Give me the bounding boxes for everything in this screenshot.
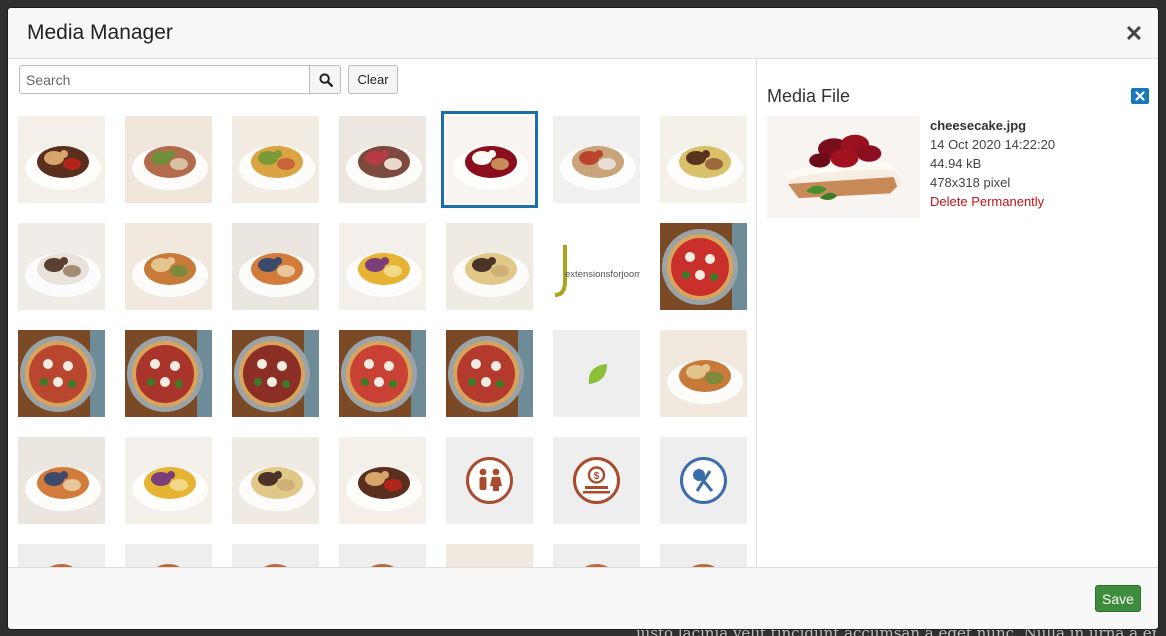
thumb-risotto-bowl[interactable]: [339, 223, 426, 310]
thumb-pizza-3[interactable]: [125, 330, 212, 417]
thumb-row5-5[interactable]: [446, 544, 533, 567]
thumb-leaf-icon[interactable]: [553, 330, 640, 417]
thumb-potato-salad[interactable]: [660, 116, 747, 203]
modal-title: Media Manager: [27, 21, 173, 44]
thumb-pizza-5[interactable]: [339, 330, 426, 417]
thumb-chocolate-cake[interactable]: [18, 116, 105, 203]
thumb-row5-3[interactable]: [232, 544, 319, 567]
thumb-wraps[interactable]: [125, 223, 212, 310]
media-file-panel: Media File cheesecake.jpg 14 Oct 2020 14…: [757, 59, 1158, 567]
media-file-title: Media File: [767, 86, 851, 106]
thumb-pizza-2[interactable]: [18, 330, 105, 417]
modal-header: Media Manager ✕: [8, 8, 1158, 59]
thumb-pizza-6[interactable]: [446, 330, 533, 417]
thumb-rice-dish[interactable]: [18, 223, 105, 310]
close-icon[interactable]: [1131, 88, 1149, 104]
media-preview-image: [767, 116, 920, 218]
thumb-pizza-1[interactable]: [660, 223, 747, 310]
thumb-row5-1[interactable]: [18, 544, 105, 567]
thumb-sushi-rolls[interactable]: [660, 330, 747, 417]
media-manager-modal: Media Manager ✕ Clear: [8, 8, 1158, 629]
close-icon[interactable]: ✕: [1123, 23, 1145, 45]
search-input[interactable]: [19, 65, 310, 94]
thumb-fried-balls[interactable]: [232, 437, 319, 524]
thumb-cooking-icon[interactable]: [660, 437, 747, 524]
media-browser: Clear: [8, 59, 756, 567]
thumb-extensions-logo[interactable]: extensionsforjoomla: [553, 223, 640, 310]
svg-text:$: $: [594, 471, 600, 482]
thumb-fried-vegetables[interactable]: [125, 437, 212, 524]
file-size: 44.94 kB: [930, 156, 982, 171]
thumb-price-icon[interactable]: $: [553, 437, 640, 524]
modal-footer: Save: [8, 567, 1158, 629]
file-dimensions: 478x318 pixel: [930, 175, 1011, 190]
clear-button[interactable]: Clear: [348, 65, 398, 94]
thumb-row5-7[interactable]: [660, 544, 747, 567]
thumb-bruschetta[interactable]: [339, 437, 426, 524]
thumb-row5-6[interactable]: [553, 544, 640, 567]
file-date: 14 Oct 2020 14:22:20: [930, 137, 1056, 152]
logo-text: extensionsforjoomla: [565, 269, 640, 280]
save-button[interactable]: Save: [1095, 585, 1141, 612]
thumb-family-icon[interactable]: [446, 437, 533, 524]
thumb-row5-4[interactable]: [339, 544, 426, 567]
thumb-pizza-4[interactable]: [232, 330, 319, 417]
thumb-rolled-roast[interactable]: [125, 116, 212, 203]
thumb-layer-dessert[interactable]: [553, 116, 640, 203]
thumb-fettuccine[interactable]: [446, 223, 533, 310]
media-file-info: cheesecake.jpg 14 Oct 2020 14:22:20 44.9…: [930, 116, 1055, 211]
thumb-seafood-pasta[interactable]: [232, 223, 319, 310]
modal-body: Clear: [8, 59, 1158, 567]
file-name: cheesecake.jpg: [930, 118, 1027, 133]
thumb-raspberry-cake[interactable]: [339, 116, 426, 203]
thumb-fish-plate[interactable]: [18, 437, 105, 524]
search-button[interactable]: [309, 65, 341, 94]
search-icon: [319, 73, 333, 87]
thumb-tortellini[interactable]: [232, 116, 319, 203]
thumb-cheesecake[interactable]: [441, 111, 538, 208]
thumb-row5-2[interactable]: [125, 544, 212, 567]
delete-permanently-link[interactable]: Delete Permanently: [930, 192, 1055, 211]
